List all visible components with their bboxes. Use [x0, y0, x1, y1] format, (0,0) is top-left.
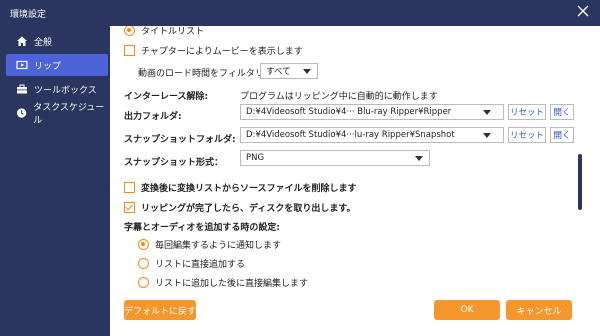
- chevron-down-icon: [303, 69, 311, 74]
- output-open-button[interactable]: 開く: [550, 104, 574, 120]
- snapshot-format-select[interactable]: PNG: [240, 150, 430, 166]
- subtitle-radio-3[interactable]: [138, 277, 149, 288]
- scrollbar[interactable]: [578, 154, 582, 210]
- subtitle-radio-2[interactable]: [138, 258, 149, 269]
- home-icon: [17, 36, 27, 46]
- sidebar: 全般 リップ ツールボックス タスクスケジュール: [0, 26, 110, 336]
- chapter-checkbox[interactable]: [124, 45, 135, 56]
- delete-source-label: 変換後に変換リストからソースファイルを削除します: [141, 184, 357, 194]
- title-bar: 環境設定: [0, 0, 600, 26]
- title-list-label: タイトルリスト: [141, 27, 205, 37]
- sidebar-item-label: 全般: [34, 37, 53, 48]
- title-list-option[interactable]: タイトルリスト: [124, 26, 204, 37]
- sidebar-item-general[interactable]: 全般: [6, 30, 108, 52]
- snapshot-folder-path: D:¥4Videosoft Studio¥4···lu-ray Ripper¥S…: [246, 130, 455, 140]
- restore-default-button[interactable]: デフォルトに戻す: [124, 300, 196, 320]
- eject-checkbox[interactable]: [124, 202, 135, 213]
- chapter-option[interactable]: チャプターによりムービーを表示します: [124, 44, 303, 57]
- sidebar-item-label: リップ: [34, 61, 62, 72]
- subtitle-option-2[interactable]: リストに直接追加する: [138, 257, 245, 270]
- cancel-button[interactable]: キャンセル: [506, 300, 572, 320]
- snapshot-open-button[interactable]: 開く: [550, 127, 574, 143]
- subtitle-option-1[interactable]: 毎回編集するように通知します: [138, 238, 281, 251]
- chapter-label: チャプターによりムービーを表示します: [141, 47, 303, 57]
- output-reset-button[interactable]: リセット: [508, 104, 546, 120]
- sidebar-item-schedule[interactable]: タスクスケジュール: [6, 102, 108, 126]
- subtitle-heading: 字幕とオーディオを追加する時の設定:: [124, 223, 280, 233]
- clock-icon: [16, 108, 27, 118]
- filter-value: すべて: [266, 67, 291, 77]
- subtitle-heading-row: 字幕とオーディオを追加する時の設定:: [124, 220, 280, 233]
- snapshot-format-label: スナップショット形式：: [124, 158, 224, 168]
- sidebar-item-toolbox[interactable]: ツールボックス: [6, 78, 108, 100]
- snapshot-folder-row: スナップショットフォルダ:: [124, 132, 236, 145]
- rip-settings-panel: タイトルリスト チャプターによりムービーを表示します 動画のロード時間をフィルタ…: [110, 26, 600, 336]
- delete-source-checkbox[interactable]: [124, 182, 135, 193]
- chevron-down-icon: [415, 156, 423, 161]
- delete-source-option[interactable]: 変換後に変換リストからソースファイルを削除します: [124, 181, 357, 194]
- output-folder-select[interactable]: D:¥4Videosoft Studio¥4··· Blu-ray Ripper…: [240, 104, 504, 120]
- snapshot-format-row: スナップショット形式：: [124, 155, 223, 168]
- eject-option[interactable]: リッピングが完了したら、ディスクを取り出します。: [124, 201, 355, 214]
- interlace-value: プログラムはリッピング中に自動的に動作します: [240, 92, 438, 102]
- interlace-label: インターレース解除:: [124, 92, 209, 102]
- sidebar-item-label: ツールボックス: [34, 85, 97, 96]
- output-folder-path: D:¥4Videosoft Studio¥4··· Blu-ray Ripper…: [246, 107, 452, 117]
- subtitle-option-label: リストに直接追加する: [155, 260, 246, 270]
- subtitle-radio-1[interactable]: [138, 239, 149, 250]
- snapshot-reset-button[interactable]: リセット: [508, 127, 546, 143]
- window-title: 環境設定: [10, 10, 47, 20]
- chevron-down-icon: [483, 110, 491, 115]
- snapshot-folder-label: スナップショットフォルダ:: [124, 135, 236, 145]
- output-folder-label: 出力フォルダ:: [124, 112, 182, 122]
- snapshot-format-value: PNG: [246, 153, 265, 163]
- interlace-row: インターレース解除:: [124, 89, 208, 102]
- subtitle-option-3[interactable]: リストに追加した後に直接編集します: [138, 276, 308, 289]
- chevron-down-icon: [483, 133, 491, 138]
- snapshot-folder-select[interactable]: D:¥4Videosoft Studio¥4···lu-ray Ripper¥S…: [240, 127, 504, 143]
- toolbox-icon: [17, 84, 27, 94]
- ok-button[interactable]: OK: [434, 300, 500, 320]
- close-icon[interactable]: [576, 4, 590, 18]
- title-list-radio[interactable]: [124, 26, 135, 36]
- eject-label: リッピングが完了したら、ディスクを取り出します。: [141, 204, 356, 214]
- filter-select[interactable]: すべて: [260, 63, 318, 79]
- video-icon: [16, 60, 28, 70]
- interlace-value-row: プログラムはリッピング中に自動的に動作します: [240, 89, 438, 102]
- sidebar-item-rip[interactable]: リップ: [6, 54, 108, 76]
- subtitle-option-label: リストに追加した後に直接編集します: [155, 279, 309, 289]
- subtitle-option-label: 毎回編集するように通知します: [155, 241, 282, 251]
- sidebar-item-label: タスクスケジュール: [33, 103, 105, 126]
- output-folder-row: 出力フォルダ:: [124, 109, 182, 122]
